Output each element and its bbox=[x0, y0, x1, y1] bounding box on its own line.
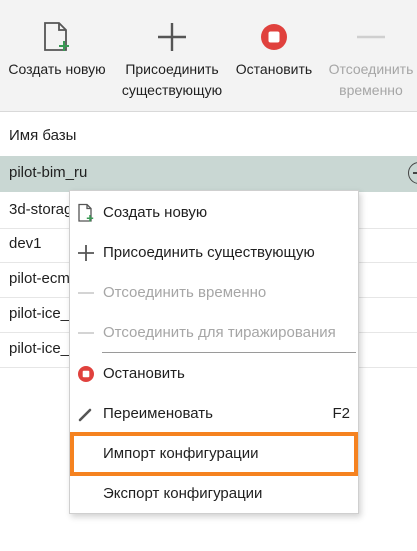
menu-item-rename[interactable]: Переименовать F2 bbox=[70, 394, 358, 434]
menu-item-create-new[interactable]: Создать новую bbox=[70, 193, 358, 233]
menu-item-detach-replication[interactable]: Отсоединить для тиражирования bbox=[70, 313, 358, 353]
new-document-icon bbox=[44, 22, 69, 51]
plus-icon bbox=[78, 245, 94, 261]
menu-item-label: Экспорт конфигурации bbox=[103, 485, 263, 502]
create-new-label: Создать новую bbox=[8, 61, 106, 77]
context-menu: Создать новую Присоединить существующую … bbox=[69, 190, 359, 514]
stop-icon bbox=[78, 366, 94, 382]
toolbar: Создать новую Присоединить существующую … bbox=[0, 0, 417, 112]
stop-icon bbox=[261, 24, 287, 50]
create-new-button[interactable]: Создать новую bbox=[0, 0, 114, 111]
menu-item-label: Создать новую bbox=[103, 204, 208, 221]
menu-item-attach-existing[interactable]: Присоединить существующую bbox=[70, 233, 358, 273]
collapse-icon[interactable] bbox=[408, 162, 417, 184]
attach-existing-button[interactable]: Присоединить существующую bbox=[114, 0, 230, 111]
plus-icon bbox=[158, 23, 186, 51]
menu-item-detach-temp[interactable]: Отсоединить временно bbox=[70, 273, 358, 313]
column-header[interactable]: Имя базы bbox=[0, 121, 417, 151]
stop-button[interactable]: Остановить bbox=[230, 0, 318, 111]
menu-item-export-config[interactable]: Экспорт конфигурации bbox=[70, 474, 358, 514]
menu-separator bbox=[102, 352, 356, 353]
detach-temp-button[interactable]: Отсоединить временно bbox=[318, 0, 417, 111]
table-row[interactable]: pilot-bim_ru bbox=[0, 156, 417, 192]
menu-item-label: Остановить bbox=[103, 365, 185, 382]
pencil-icon bbox=[78, 408, 92, 422]
menu-item-label: Присоединить существующую bbox=[103, 244, 315, 261]
detach-temp-label: Отсоединить временно bbox=[328, 61, 414, 98]
new-document-icon bbox=[78, 203, 94, 222]
row-label: pilot-ice_ bbox=[9, 340, 70, 357]
menu-item-import-config[interactable]: Импорт конфигурации bbox=[70, 432, 358, 476]
stop-label: Остановить bbox=[235, 61, 313, 77]
minus-icon bbox=[78, 332, 94, 334]
row-label: pilot-bim_ru bbox=[9, 164, 88, 181]
menu-item-label: Импорт конфигурации bbox=[103, 445, 259, 462]
column-header-label: Имя базы bbox=[9, 127, 77, 144]
menu-item-label: Переименовать bbox=[103, 405, 213, 422]
shortcut-label: F2 bbox=[332, 405, 350, 422]
row-label: pilot-ecm bbox=[9, 270, 70, 287]
menu-item-label: Отсоединить для тиражирования bbox=[103, 324, 336, 341]
row-label: pilot-ice_ bbox=[9, 305, 70, 322]
attach-existing-label: Присоединить существующую bbox=[121, 61, 223, 98]
row-label: 3d-storag bbox=[9, 201, 73, 218]
minus-icon bbox=[78, 292, 94, 294]
menu-item-label: Отсоединить временно bbox=[103, 284, 267, 301]
menu-item-stop[interactable]: Остановить bbox=[70, 354, 358, 394]
minus-icon bbox=[357, 35, 385, 39]
row-label: dev1 bbox=[9, 235, 42, 252]
